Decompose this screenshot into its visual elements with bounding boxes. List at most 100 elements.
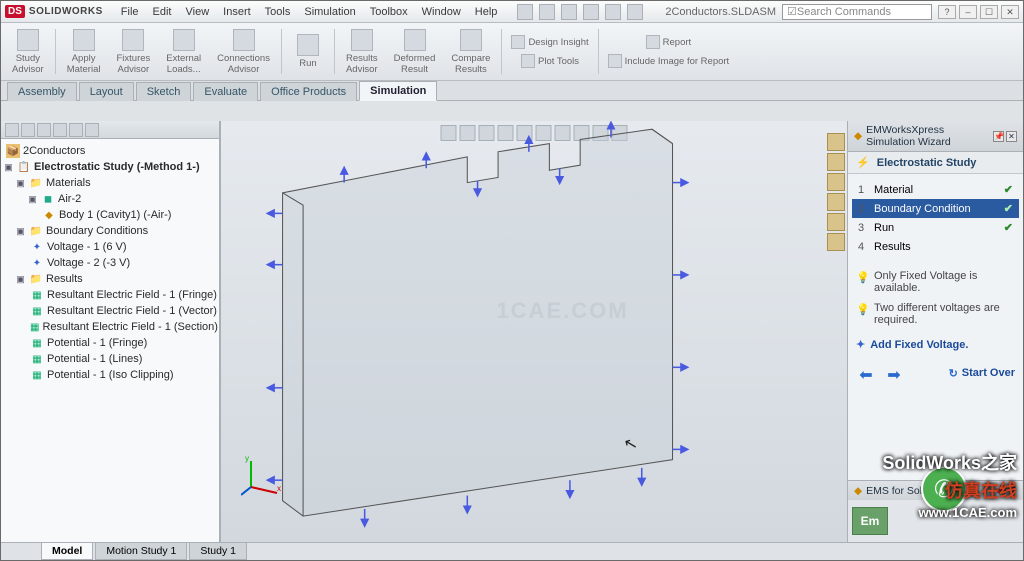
bottom-tab-model[interactable]: Model bbox=[41, 542, 93, 560]
menu-edit[interactable]: Edit bbox=[147, 4, 178, 20]
tree-result-item[interactable]: Potential - 1 (Fringe) bbox=[47, 337, 147, 349]
menu-window[interactable]: Window bbox=[416, 4, 467, 20]
close-button[interactable]: ✕ bbox=[1001, 5, 1019, 19]
tree-voltage-1[interactable]: Voltage - 1 (6 V) bbox=[47, 241, 127, 253]
svg-text:x: x bbox=[277, 484, 281, 493]
graphics-viewport[interactable]: 1CAE.COM yx ↖ bbox=[221, 121, 847, 542]
wizard-step-boundary-condition[interactable]: 2Boundary Condition✔ bbox=[852, 199, 1019, 218]
minimize-button[interactable]: – bbox=[959, 5, 977, 19]
taskpane-custom-icon[interactable] bbox=[827, 233, 845, 251]
tree-result-item[interactable]: Potential - 1 (Iso Clipping) bbox=[47, 369, 174, 381]
compare-icon bbox=[460, 29, 482, 51]
taskpane-library-icon[interactable] bbox=[827, 153, 845, 171]
fixtures-advisor-button[interactable]: Fixtures Advisor bbox=[109, 25, 157, 78]
tree-boundary-conditions[interactable]: Boundary Conditions bbox=[46, 225, 148, 237]
tree-results[interactable]: Results bbox=[46, 273, 83, 285]
taskpane-view-icon[interactable] bbox=[827, 193, 845, 211]
bc-folder-icon: 📁 bbox=[29, 224, 43, 238]
qat-save-icon[interactable] bbox=[561, 4, 577, 20]
qat-options-icon[interactable] bbox=[627, 4, 643, 20]
taskpane-appearance-icon[interactable] bbox=[827, 213, 845, 231]
tree-result-item[interactable]: Resultant Electric Field - 1 (Fringe) bbox=[47, 289, 217, 301]
menu-simulation[interactable]: Simulation bbox=[298, 4, 361, 20]
tab-assembly[interactable]: Assembly bbox=[7, 82, 77, 101]
menu-view[interactable]: View bbox=[180, 4, 216, 20]
external-loads-button[interactable]: External Loads... bbox=[159, 25, 208, 78]
check-icon: ✔ bbox=[1004, 221, 1013, 234]
task-pane-tabs bbox=[827, 121, 847, 251]
taskpane-explorer-icon[interactable] bbox=[827, 173, 845, 191]
fm-tab-icon[interactable] bbox=[37, 123, 51, 137]
tab-simulation[interactable]: Simulation bbox=[359, 81, 437, 101]
compare-results-button[interactable]: Compare Results bbox=[444, 25, 497, 78]
tree-materials[interactable]: Materials bbox=[46, 177, 91, 189]
tree-body-item[interactable]: Body 1 (Cavity1) (-Air-) bbox=[59, 209, 171, 221]
results-advisor-button[interactable]: Results Advisor bbox=[339, 25, 385, 78]
taskpane-resources-icon[interactable] bbox=[827, 133, 845, 151]
window-controls: ? – ☐ ✕ bbox=[938, 5, 1019, 19]
tree-result-item[interactable]: Resultant Electric Field - 1 (Section) bbox=[42, 321, 217, 333]
deformed-result-button[interactable]: Deformed Result bbox=[387, 25, 443, 78]
help-button[interactable]: ? bbox=[938, 5, 956, 19]
connections-advisor-button[interactable]: Connections Advisor bbox=[210, 25, 277, 78]
qat-new-icon[interactable] bbox=[517, 4, 533, 20]
bottom-tab-motion-study[interactable]: Motion Study 1 bbox=[95, 542, 187, 560]
add-fixed-voltage-link[interactable]: ✦ Add Fixed Voltage. bbox=[848, 334, 1023, 355]
report-icon bbox=[646, 35, 660, 49]
plot-icon: ▦ bbox=[30, 368, 44, 382]
tree-material-item[interactable]: Air-2 bbox=[58, 193, 81, 205]
tab-layout[interactable]: Layout bbox=[79, 82, 134, 101]
wizard-step-material[interactable]: 1Material✔ bbox=[852, 180, 1019, 199]
tab-office-products[interactable]: Office Products bbox=[260, 82, 357, 101]
menu-tools[interactable]: Tools bbox=[259, 4, 297, 20]
image-report-icon bbox=[608, 54, 622, 68]
orientation-triad[interactable]: yx bbox=[241, 453, 285, 502]
wizard-step-run[interactable]: 3Run✔ bbox=[852, 218, 1019, 237]
wizard-step-results[interactable]: 4Results✔ bbox=[852, 237, 1019, 256]
status-bar: Model Motion Study 1 Study 1 bbox=[1, 542, 1023, 560]
fm-tab-icon[interactable] bbox=[21, 123, 35, 137]
menu-toolbox[interactable]: Toolbox bbox=[364, 4, 414, 20]
plot-tools-button[interactable]: Plot Tools bbox=[506, 52, 593, 70]
fm-tab-icon[interactable] bbox=[53, 123, 67, 137]
bottom-tab-study[interactable]: Study 1 bbox=[189, 542, 247, 560]
fm-tab-icon[interactable] bbox=[85, 123, 99, 137]
wizard-pin-icon[interactable]: 📌 bbox=[993, 131, 1004, 142]
study-advisor-button[interactable]: Study Advisor bbox=[5, 25, 51, 78]
wizard-close-icon[interactable]: ✕ bbox=[1006, 131, 1017, 142]
wizard-next-button[interactable]: ➡ bbox=[884, 365, 904, 381]
report-button[interactable]: Report bbox=[603, 33, 735, 51]
search-commands-input[interactable]: Search Commands bbox=[782, 4, 932, 20]
plot-tools-icon bbox=[521, 54, 535, 68]
tree-result-item[interactable]: Resultant Electric Field - 1 (Vector) bbox=[47, 305, 217, 317]
menu-insert[interactable]: Insert bbox=[217, 4, 257, 20]
plot-icon: ▦ bbox=[30, 288, 44, 302]
tree-study[interactable]: Electrostatic Study (-Method 1-) bbox=[34, 161, 200, 173]
qat-open-icon[interactable] bbox=[539, 4, 555, 20]
tree-voltage-2[interactable]: Voltage - 2 (-3 V) bbox=[47, 257, 130, 269]
ems-pin-icon[interactable]: 📌 bbox=[993, 484, 1006, 497]
fm-tabs bbox=[1, 121, 219, 139]
external-loads-icon bbox=[173, 29, 195, 51]
deformed-icon bbox=[404, 29, 426, 51]
maximize-button[interactable]: ☐ bbox=[980, 5, 998, 19]
menu-help[interactable]: Help bbox=[469, 4, 504, 20]
tab-sketch[interactable]: Sketch bbox=[136, 82, 192, 101]
design-insight-button[interactable]: Design Insight bbox=[506, 33, 593, 51]
menu-file[interactable]: File bbox=[115, 4, 145, 20]
tree-result-item[interactable]: Potential - 1 (Lines) bbox=[47, 353, 142, 365]
include-image-button[interactable]: Include Image for Report bbox=[603, 52, 735, 70]
apply-material-button[interactable]: Apply Material bbox=[60, 25, 108, 78]
materials-folder-icon: 📁 bbox=[29, 176, 43, 190]
start-over-button[interactable]: ↻Start Over bbox=[949, 367, 1015, 380]
fm-tab-icon[interactable] bbox=[69, 123, 83, 137]
fm-tab-icon[interactable] bbox=[5, 123, 19, 137]
run-button[interactable]: Run bbox=[286, 25, 330, 78]
simulation-study-tree[interactable]: 📦2Conductors ▣📋Electrostatic Study (-Met… bbox=[1, 139, 219, 542]
ems-close-icon[interactable]: ✕ bbox=[1008, 484, 1017, 497]
tab-evaluate[interactable]: Evaluate bbox=[193, 82, 258, 101]
tree-root[interactable]: 2Conductors bbox=[23, 145, 85, 157]
qat-print-icon[interactable] bbox=[583, 4, 599, 20]
qat-rebuild-icon[interactable] bbox=[605, 4, 621, 20]
wizard-back-button[interactable]: ⬅ bbox=[856, 365, 876, 381]
